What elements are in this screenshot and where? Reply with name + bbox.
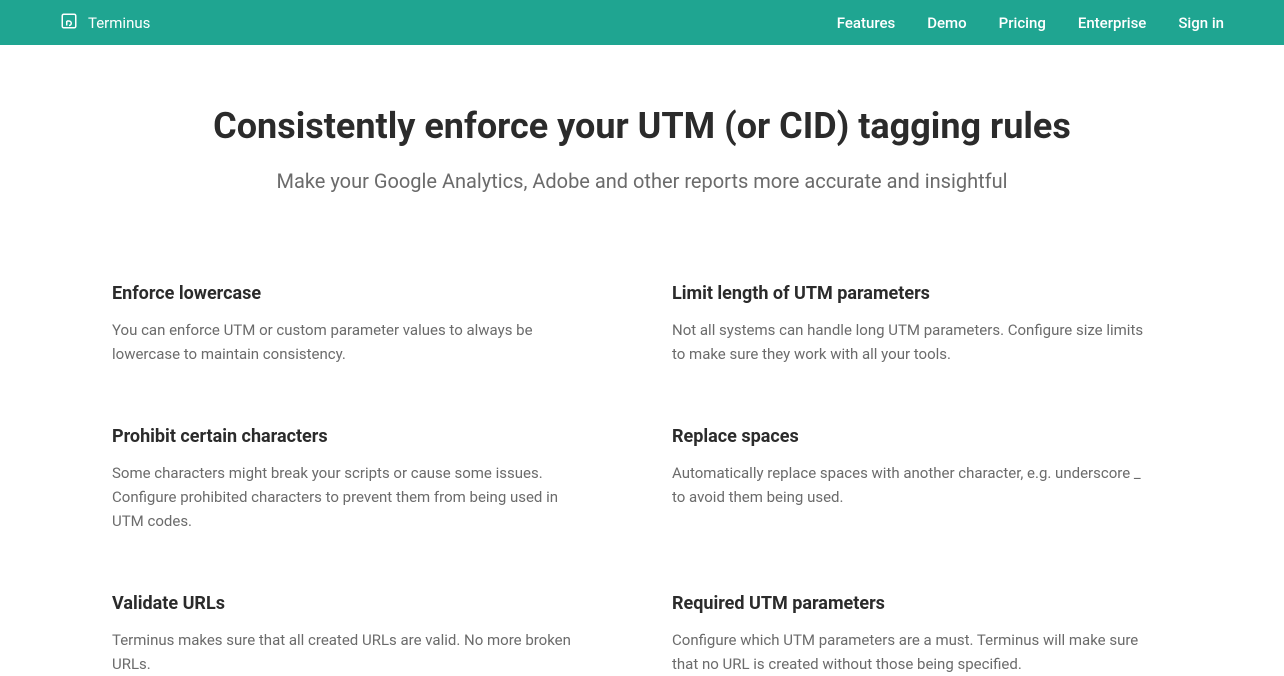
feature-required-utm: Required UTM parameters Configure which … [672, 593, 1172, 676]
brand[interactable]: Terminus [60, 12, 150, 34]
feature-limit-length: Limit length of UTM parameters Not all s… [672, 283, 1172, 366]
feature-enforce-lowercase: Enforce lowercase You can enforce UTM or… [112, 283, 612, 366]
feature-title: Validate URLs [112, 593, 612, 614]
feature-validate-urls: Validate URLs Terminus makes sure that a… [112, 593, 612, 676]
nav-links: Features Demo Pricing Enterprise Sign in [837, 14, 1224, 32]
feature-title: Required UTM parameters [672, 593, 1172, 614]
nav-link-features[interactable]: Features [837, 14, 895, 32]
feature-title: Limit length of UTM parameters [672, 283, 1172, 304]
feature-title: Replace spaces [672, 426, 1172, 447]
feature-prohibit-characters: Prohibit certain characters Some charact… [112, 426, 612, 533]
brand-label: Terminus [88, 14, 150, 32]
navbar: Terminus Features Demo Pricing Enterpris… [0, 0, 1284, 45]
brand-icon [60, 12, 78, 34]
feature-body: Not all systems can handle long UTM para… [672, 318, 1152, 366]
feature-title: Prohibit certain characters [112, 426, 612, 447]
page-subtitle: Make your Google Analytics, Adobe and ot… [20, 169, 1264, 193]
hero: Consistently enforce your UTM (or CID) t… [0, 45, 1284, 233]
nav-link-pricing[interactable]: Pricing [999, 14, 1046, 32]
nav-link-enterprise[interactable]: Enterprise [1078, 14, 1146, 32]
feature-body: Terminus makes sure that all created URL… [112, 628, 592, 676]
page-title: Consistently enforce your UTM (or CID) t… [20, 105, 1264, 147]
features-grid: Enforce lowercase You can enforce UTM or… [52, 283, 1232, 676]
feature-replace-spaces: Replace spaces Automatically replace spa… [672, 426, 1172, 533]
nav-link-demo[interactable]: Demo [927, 14, 966, 32]
feature-body: You can enforce UTM or custom parameter … [112, 318, 592, 366]
nav-link-signin[interactable]: Sign in [1178, 14, 1224, 32]
feature-body: Automatically replace spaces with anothe… [672, 461, 1152, 509]
feature-body: Configure which UTM parameters are a mus… [672, 628, 1152, 676]
feature-title: Enforce lowercase [112, 283, 612, 304]
feature-body: Some characters might break your scripts… [112, 461, 592, 533]
